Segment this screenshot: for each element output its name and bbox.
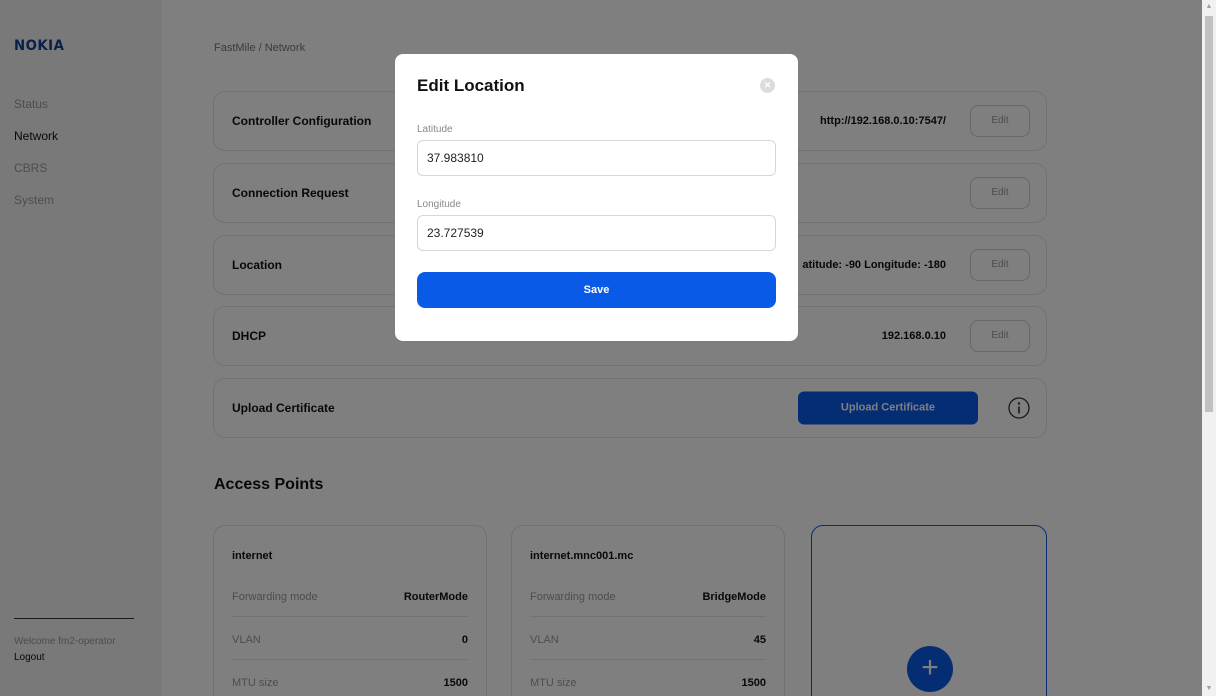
scrollbar[interactable]: ▲ ▼: [1202, 0, 1216, 696]
longitude-label: Longitude: [417, 199, 461, 210]
modal-title: Edit Location: [417, 76, 525, 95]
edit-location-modal: Edit Location ✕ Latitude Longitude Save: [395, 54, 798, 341]
scroll-up-icon[interactable]: ▲: [1202, 0, 1216, 14]
close-icon[interactable]: ✕: [760, 78, 775, 93]
latitude-label: Latitude: [417, 124, 453, 135]
longitude-input[interactable]: [417, 215, 776, 251]
scrollbar-thumb[interactable]: [1205, 16, 1213, 412]
latitude-input[interactable]: [417, 140, 776, 176]
scroll-down-icon[interactable]: ▼: [1202, 682, 1216, 696]
save-button[interactable]: Save: [417, 272, 776, 308]
